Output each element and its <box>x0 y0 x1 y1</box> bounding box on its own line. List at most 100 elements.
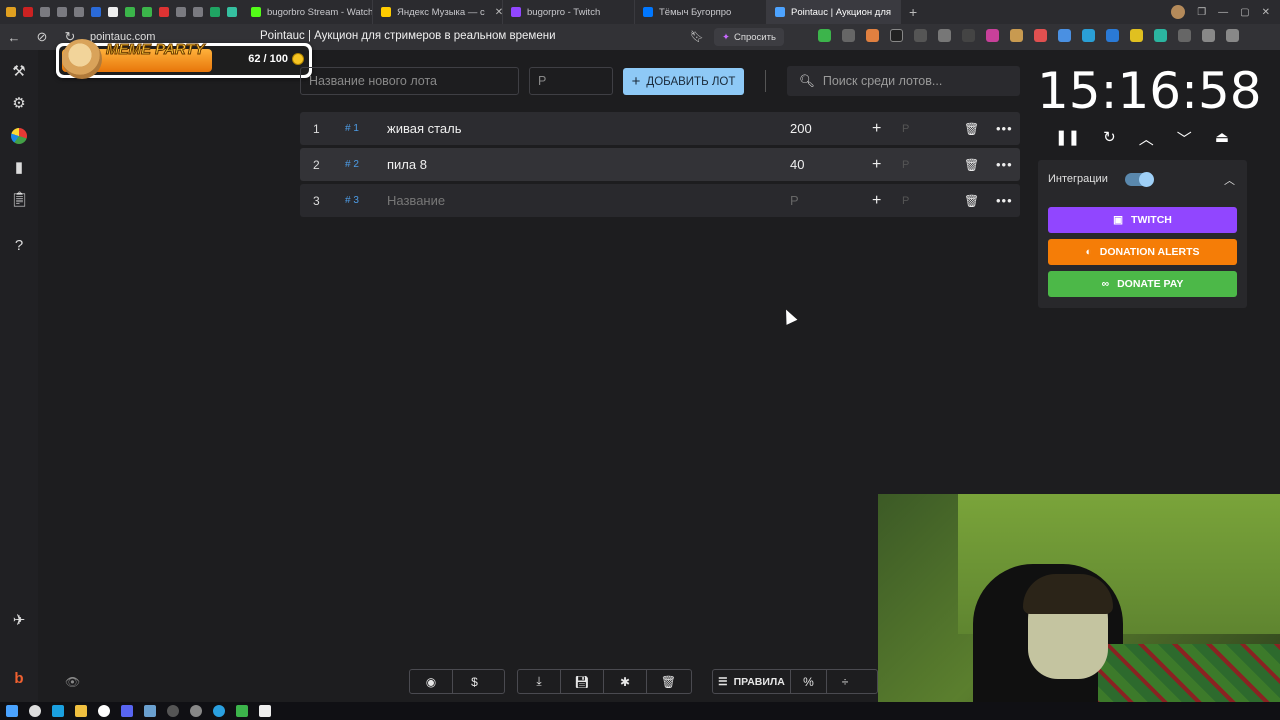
lot-row[interactable]: 2 # 2 пила 8 40 + Р 🗑︎ ••• <box>300 148 1020 181</box>
github-icon[interactable]: ◉ <box>410 670 453 693</box>
trash-icon[interactable]: 🗑︎ <box>964 158 979 172</box>
yandex-browser-icon[interactable] <box>98 705 110 717</box>
gavel-icon[interactable]: ⚒ <box>10 63 28 81</box>
tab-pointauc[interactable]: Pointauc | Аукцион для ✕ <box>767 0 901 24</box>
lot-name[interactable]: живая сталь <box>387 121 462 136</box>
taskbar-app-icon[interactable] <box>259 705 271 717</box>
back-icon[interactable]: ← <box>0 30 28 45</box>
tab-vk[interactable]: Тёмыч Бугорпро <box>635 0 767 24</box>
folder-icon[interactable] <box>75 705 87 717</box>
extension-icon[interactable] <box>1058 29 1071 42</box>
stats-icon[interactable]: ▮ <box>10 159 28 177</box>
double-chevron-up-icon[interactable]: ⏏ <box>1215 128 1229 149</box>
lot-row[interactable]: 3 # 3 Название Р + Р 🗑︎ ••• <box>300 184 1020 217</box>
reset-icon[interactable]: ↻ <box>1103 128 1116 149</box>
donation-alerts-button[interactable]: ◐ DONATION ALERTS <box>1048 239 1237 265</box>
extension-icon[interactable] <box>1130 29 1143 42</box>
extension-icon[interactable] <box>890 29 903 42</box>
extension-icon[interactable] <box>1034 29 1047 42</box>
pinned-tab-icon[interactable] <box>40 7 50 17</box>
donate-icon[interactable]: $ <box>453 670 496 693</box>
bookmark-icon[interactable]: 🔖︎ <box>690 30 704 43</box>
new-lot-name-input[interactable]: Название нового лота <box>300 67 519 95</box>
boosty-icon[interactable]: b <box>10 670 28 688</box>
profile-avatar[interactable] <box>1171 5 1186 19</box>
close-icon[interactable]: ✕ <box>495 7 502 18</box>
pinned-tab-icon[interactable] <box>176 7 186 17</box>
pinned-tab-icon[interactable] <box>108 7 118 17</box>
twitch-button[interactable]: ▣ TWITCH <box>1048 207 1237 233</box>
extension-icon[interactable] <box>1226 29 1239 42</box>
lot-search-input[interactable]: 🔍︎ Поиск среди лотов... <box>787 66 1020 96</box>
extension-icon[interactable] <box>938 29 951 42</box>
add-amount-icon[interactable]: + <box>872 120 881 138</box>
search-icon[interactable] <box>29 705 41 717</box>
minimize-icon[interactable]: — <box>1218 7 1228 18</box>
lot-amount[interactable]: 200 <box>790 121 812 136</box>
extension-icon[interactable] <box>866 29 879 42</box>
clear-icon[interactable]: 🗑︎ <box>647 670 690 693</box>
discord-icon[interactable] <box>121 705 133 717</box>
new-tab-icon[interactable]: + <box>901 4 925 20</box>
gear-icon[interactable]: ⚙ <box>10 95 28 113</box>
chevron-down-icon[interactable]: ﹀ <box>1177 128 1192 149</box>
lot-amount[interactable]: Р <box>790 193 799 208</box>
extension-icon[interactable] <box>818 29 831 42</box>
extension-icon[interactable] <box>1010 29 1023 42</box>
pinned-tab-icon[interactable] <box>125 7 135 17</box>
pinned-tab-icon[interactable] <box>23 7 33 17</box>
integrations-toggle[interactable] <box>1125 172 1154 187</box>
tab-twitch[interactable]: bugorpro - Twitch <box>503 0 635 24</box>
trash-icon[interactable]: 🗑︎ <box>964 122 979 136</box>
more-icon[interactable]: ••• <box>996 121 1013 136</box>
trash-icon[interactable]: 🗑︎ <box>964 194 979 208</box>
save-icon[interactable]: 💾︎ <box>561 670 604 693</box>
more-icon[interactable]: ••• <box>996 157 1013 172</box>
ask-button[interactable]: ✦ Спросить <box>714 28 784 46</box>
extension-icon[interactable] <box>986 29 999 42</box>
taskbar-app-icon[interactable] <box>52 705 64 717</box>
pinned-tab-icon[interactable] <box>227 7 237 17</box>
taskbar-app-icon[interactable] <box>236 705 248 717</box>
lot-name[interactable]: Название <box>387 193 445 208</box>
extension-icon[interactable] <box>842 29 855 42</box>
pinned-tab-icon[interactable] <box>6 7 16 17</box>
pinned-tab-icon[interactable] <box>159 7 169 17</box>
more-icon[interactable]: ••• <box>996 193 1013 208</box>
tab-kick[interactable]: bugorbro Stream - Watch <box>243 0 373 24</box>
extension-icon[interactable] <box>1106 29 1119 42</box>
extra-amount-input[interactable]: Р <box>902 195 909 207</box>
extension-icon[interactable] <box>1178 29 1191 42</box>
bug-icon[interactable]: ✱ <box>604 670 647 693</box>
new-lot-amount-input[interactable]: Р <box>529 67 613 95</box>
pause-icon[interactable]: ❚❚ <box>1055 128 1080 149</box>
help-icon[interactable]: ? <box>10 237 28 255</box>
pinned-tab-icon[interactable] <box>91 7 101 17</box>
extension-icon[interactable] <box>962 29 975 42</box>
lot-row[interactable]: 1 # 1 живая сталь 200 + Р 🗑︎ ••• <box>300 112 1020 145</box>
download-icon[interactable]: ⤓ <box>518 670 561 693</box>
chevron-up-icon[interactable]: ︿ <box>1224 172 1235 188</box>
start-icon[interactable] <box>6 705 18 717</box>
tabs-icon[interactable]: ❐ <box>1197 7 1206 18</box>
pinned-tab-icon[interactable] <box>210 7 220 17</box>
shield-icon[interactable]: ⊘ <box>28 29 56 45</box>
extra-amount-input[interactable]: Р <box>902 159 909 171</box>
pinned-tab-icon[interactable] <box>193 7 203 17</box>
wheel-icon[interactable] <box>11 128 27 144</box>
extension-icon[interactable] <box>1202 29 1215 42</box>
extension-icon[interactable] <box>1082 29 1095 42</box>
pinned-tab-icon[interactable] <box>142 7 152 17</box>
clipboard-icon[interactable]: 📋︎ <box>10 191 29 209</box>
add-amount-icon[interactable]: + <box>872 156 881 174</box>
maximize-icon[interactable]: ▢ <box>1240 7 1249 18</box>
percent-button[interactable]: % <box>791 670 827 693</box>
chevron-up-icon[interactable]: ︿ <box>1139 128 1154 149</box>
eye-icon[interactable]: 👁︎ <box>65 675 80 689</box>
pinned-tab-icon[interactable] <box>57 7 67 17</box>
donate-pay-button[interactable]: ∞ DONATE PAY <box>1048 271 1237 297</box>
lot-id[interactable]: # 3 <box>345 195 359 206</box>
pinned-tab-icon[interactable] <box>74 7 84 17</box>
extra-amount-input[interactable]: Р <box>902 123 909 135</box>
lot-amount[interactable]: 40 <box>790 157 804 172</box>
